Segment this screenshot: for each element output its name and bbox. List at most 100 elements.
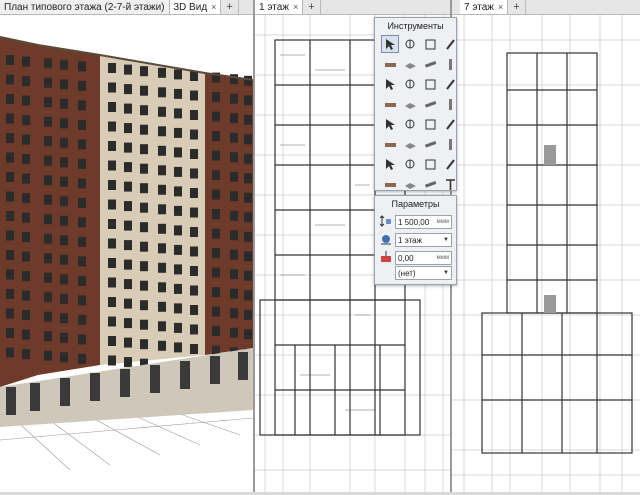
- railing-icon-button[interactable]: [441, 75, 459, 93]
- magic-wand-icon: [405, 39, 414, 48]
- shell-icon: [384, 142, 396, 147]
- tab-bar-middle: 1 этаж × +: [255, 0, 450, 15]
- column-icon: [448, 58, 452, 70]
- object-icon: [385, 118, 395, 130]
- offset-field[interactable]: 0,00 ммм: [395, 251, 452, 265]
- rectangle-icon: [425, 39, 435, 49]
- worksheet-icon-button[interactable]: [441, 155, 459, 173]
- tab-label: 1 этаж: [259, 1, 289, 13]
- shell-icon-button[interactable]: [381, 135, 399, 153]
- pencil-icon: [445, 38, 455, 50]
- slab-icon: [404, 62, 416, 69]
- door-icon-button[interactable]: [381, 75, 399, 93]
- text-icon: [445, 178, 455, 190]
- tab-floor-7[interactable]: 7 этаж ×: [460, 0, 509, 14]
- add-tab-button[interactable]: +: [508, 0, 526, 14]
- tools-palette[interactable]: Инструменты: [374, 17, 457, 191]
- close-icon[interactable]: ×: [211, 2, 216, 12]
- beam-icon-button[interactable]: [421, 55, 439, 73]
- tab-bar-left: План типового этажа (2-7-й этажи) 3D Вид…: [0, 0, 253, 15]
- window-icon-button[interactable]: [401, 75, 419, 93]
- tab-3d-view[interactable]: 3D Вид ×: [169, 0, 222, 14]
- section-icon-button[interactable]: [381, 155, 399, 173]
- tab-typical-floor-plan[interactable]: План типового этажа (2-7-й этажи): [0, 0, 170, 14]
- zone-icon: [424, 100, 436, 108]
- elevation-icon: [405, 159, 414, 168]
- line-icon: [404, 102, 416, 109]
- morph-icon-button[interactable]: [441, 115, 459, 133]
- lamp-icon: [404, 142, 416, 149]
- camera-icon-button[interactable]: [421, 175, 439, 193]
- dimension-icon: [384, 182, 396, 187]
- text-annotation-icon: [448, 98, 452, 110]
- chevron-down-icon[interactable]: ▼: [443, 270, 449, 276]
- camera-icon: [424, 180, 436, 188]
- add-tab-button[interactable]: +: [303, 0, 321, 14]
- tab-label: План типового этажа (2-7-й этажи): [4, 1, 165, 13]
- plan-canvas-floor-7[interactable]: [452, 15, 640, 492]
- stair-icon-button[interactable]: [421, 75, 439, 93]
- rectangle-icon-button[interactable]: [421, 35, 439, 53]
- height-unit: ммм: [436, 219, 449, 225]
- tools-palette-title: Инструменты: [387, 21, 444, 31]
- parameters-panel[interactable]: Параметры 1 500,00 ммм 1 этаж ▼ 0,00 ммм…: [374, 195, 457, 285]
- view-3d-pane: План типового этажа (2-7-й этажи) 3D Вид…: [0, 0, 253, 492]
- beam-icon: [424, 60, 436, 68]
- stair-icon: [425, 79, 435, 89]
- label-icon: [448, 138, 452, 150]
- story-icon: [381, 235, 391, 245]
- level-icon-button[interactable]: [401, 175, 419, 193]
- window-icon: [405, 79, 414, 88]
- elevation-icon-button[interactable]: [401, 155, 419, 173]
- mesh-icon: [424, 140, 436, 148]
- parameters-title: Параметры: [391, 199, 440, 209]
- roof-icon-button[interactable]: [381, 95, 399, 113]
- tab-floor-1[interactable]: 1 этаж ×: [255, 0, 304, 14]
- height-value: 1 500,00: [398, 217, 430, 227]
- lamp-icon-button[interactable]: [401, 135, 419, 153]
- dimension-icon-button[interactable]: [381, 175, 399, 193]
- door-icon: [385, 78, 395, 90]
- height-field[interactable]: 1 500,00 ммм: [395, 215, 452, 229]
- story-value: 1 этаж: [398, 235, 422, 245]
- tab-bar-right: 7 этаж × +: [452, 0, 640, 15]
- magic-wand-icon-button[interactable]: [401, 35, 419, 53]
- detail-icon-button[interactable]: [421, 155, 439, 173]
- column-icon-button[interactable]: [441, 55, 459, 73]
- offset-icon: [381, 251, 391, 262]
- tab-label: 7 этаж: [464, 1, 494, 13]
- morph-icon: [445, 118, 455, 130]
- text-annotation-icon-button[interactable]: [441, 95, 459, 113]
- section-icon: [385, 158, 395, 170]
- tab-label: 3D Вид: [173, 1, 208, 13]
- fill-icon: [405, 119, 414, 128]
- pencil-icon-button[interactable]: [441, 35, 459, 53]
- chevron-down-icon[interactable]: ▼: [443, 237, 449, 243]
- line-icon-button[interactable]: [401, 95, 419, 113]
- arrow-select-icon: [385, 38, 395, 50]
- arrow-select-icon-button[interactable]: [381, 35, 399, 53]
- object-icon-button[interactable]: [381, 115, 399, 133]
- close-icon[interactable]: ×: [498, 2, 503, 12]
- wall-icon-button[interactable]: [381, 55, 399, 73]
- worksheet-icon: [445, 158, 455, 170]
- mesh-icon-button[interactable]: [421, 135, 439, 153]
- layer-select[interactable]: (нет) ▼: [395, 266, 452, 280]
- offset-value: 0,00: [398, 253, 414, 263]
- story-select[interactable]: 1 этаж ▼: [395, 233, 452, 247]
- close-icon[interactable]: ×: [293, 2, 298, 12]
- floor-plan-7-drawing: [452, 15, 640, 492]
- wall-icon: [384, 62, 396, 67]
- add-tab-button[interactable]: +: [221, 0, 239, 14]
- 3d-canvas[interactable]: [0, 15, 253, 492]
- text-icon-button[interactable]: [441, 175, 459, 193]
- zone-icon-button[interactable]: [421, 95, 439, 113]
- fill-icon-button[interactable]: [401, 115, 419, 133]
- curtain-wall-icon: [425, 119, 435, 129]
- label-icon-button[interactable]: [441, 135, 459, 153]
- slab-icon-button[interactable]: [401, 55, 419, 73]
- curtain-wall-icon-button[interactable]: [421, 115, 439, 133]
- roof-icon: [384, 102, 396, 107]
- offset-unit: ммм: [436, 255, 449, 261]
- railing-icon: [445, 78, 455, 90]
